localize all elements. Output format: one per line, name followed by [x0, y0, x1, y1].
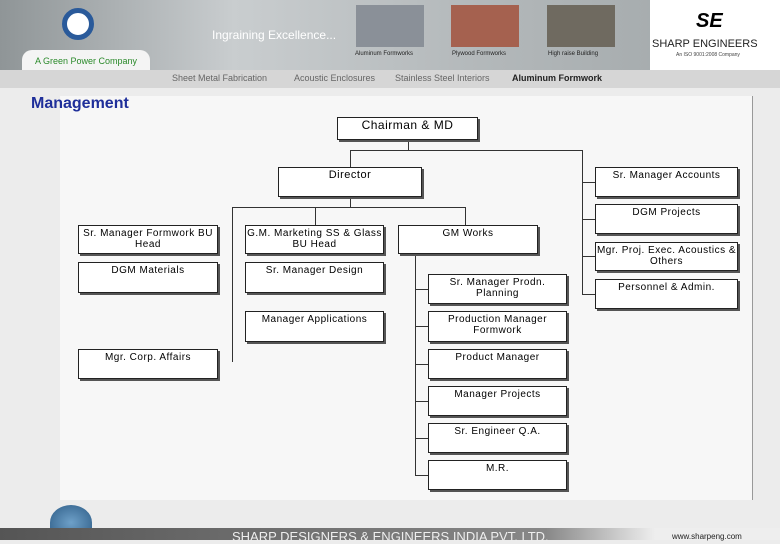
- company-seal-logo: [62, 8, 94, 40]
- connector-line: [415, 326, 428, 327]
- org-box: Sr. Manager Design: [245, 262, 384, 293]
- green-company-tab: A Green Power Company: [22, 50, 150, 72]
- connector-line: [350, 150, 582, 151]
- nav-bar: Sheet Metal Fabrication Acoustic Enclosu…: [0, 70, 780, 88]
- org-box: Sr. Manager Prodn. Planning: [428, 274, 567, 304]
- connector-line: [408, 140, 409, 150]
- iso-text: An ISO 9001:2008 Company: [676, 52, 740, 58]
- org-box: Sr. Manager Formwork BU Head: [78, 225, 218, 254]
- nav-item[interactable]: Sheet Metal Fabrication: [172, 73, 267, 83]
- caption: Aluminum Formworks: [355, 51, 414, 57]
- connector-line: [415, 289, 428, 290]
- connector-line: [350, 150, 351, 167]
- org-box: Mgr. Proj. Exec. Acoustics & Others: [595, 242, 738, 271]
- brand-logo: SE: [696, 10, 723, 32]
- connector-line: [315, 207, 316, 225]
- org-box: Sr. Engineer Q.A.: [428, 423, 567, 453]
- connector-line: [415, 254, 416, 476]
- aluminum-formworks-image: [356, 5, 424, 47]
- org-box: Personnel & Admin.: [595, 279, 738, 309]
- page-title: Management: [31, 95, 129, 112]
- footer-bar: SHARP DESIGNERS & ENGINEERS INDIA PVT. L…: [0, 528, 780, 544]
- connector-line: [582, 219, 595, 220]
- org-box: M.R.: [428, 460, 567, 490]
- org-box: DGM Materials: [78, 262, 218, 293]
- org-box: Product Manager: [428, 349, 567, 379]
- org-box: Mgr. Corp. Affairs: [78, 349, 218, 379]
- brand-name: SHARP ENGINEERS: [652, 38, 758, 50]
- nav-item[interactable]: Stainless Steel Interiors: [395, 73, 490, 83]
- divider: [752, 96, 753, 500]
- connector-line: [415, 438, 428, 439]
- footer-company: SHARP DESIGNERS & ENGINEERS INDIA PVT. L…: [232, 529, 549, 544]
- org-box: Production Manager Formwork: [428, 311, 567, 342]
- nav-item[interactable]: Acoustic Enclosures: [294, 73, 375, 83]
- connector-line: [582, 256, 595, 257]
- connector-line: [415, 401, 428, 402]
- connector-line: [465, 207, 466, 225]
- org-box-gm-works: GM Works: [398, 225, 538, 254]
- org-box-director: Director: [278, 167, 422, 197]
- connector-line: [415, 364, 428, 365]
- caption: Plywood Formworks: [452, 51, 507, 57]
- connector-line: [582, 150, 583, 295]
- connector-line: [582, 182, 595, 183]
- org-box: Manager Projects: [428, 386, 567, 416]
- high-raise-building-image: [547, 5, 615, 47]
- plywood-formworks-image: [451, 5, 519, 47]
- org-box: DGM Projects: [595, 204, 738, 234]
- nav-item[interactable]: Aluminum Formwork: [512, 73, 602, 83]
- org-box: Sr. Manager Accounts: [595, 167, 738, 197]
- org-box-chairman: Chairman & MD: [337, 117, 478, 140]
- connector-line: [232, 207, 465, 208]
- org-box: G.M. Marketing SS & Glass BU Head: [245, 225, 384, 254]
- org-box: Manager Applications: [245, 311, 384, 342]
- caption: High raise Building: [548, 51, 599, 57]
- connector-line: [350, 197, 351, 207]
- tagline: Ingraining Excellence...: [212, 28, 337, 42]
- connector-line: [582, 294, 595, 295]
- connector-line: [232, 207, 233, 362]
- connector-line: [415, 475, 428, 476]
